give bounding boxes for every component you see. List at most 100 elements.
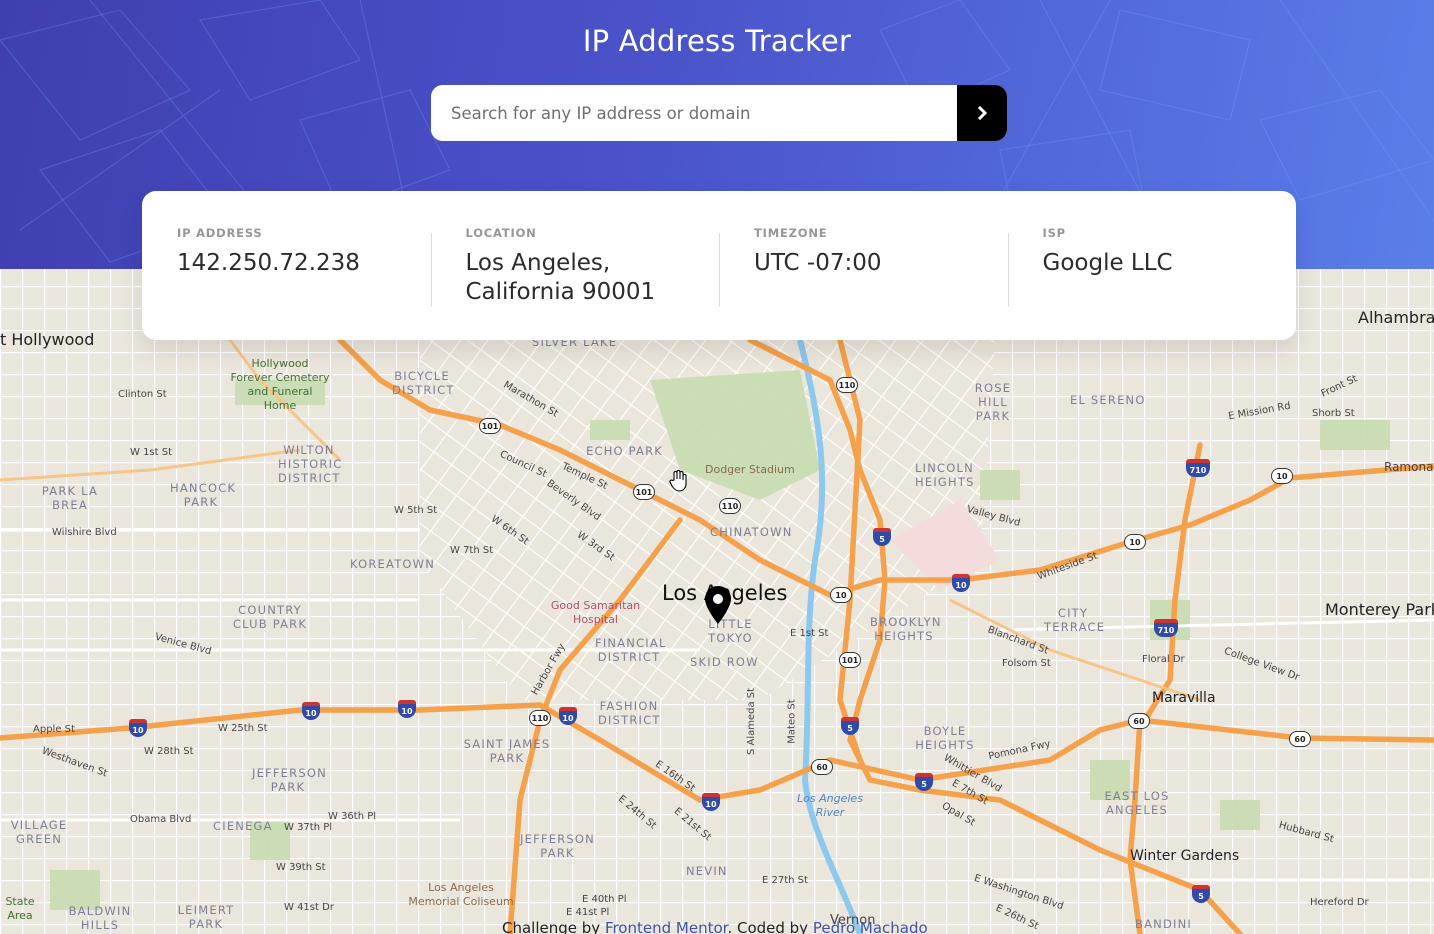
highway-shield: 60	[811, 759, 833, 775]
interstate-shield: 5	[873, 528, 891, 546]
map-label-area: Maravilla	[1152, 690, 1216, 706]
attribution-prefix: Challenge by	[502, 919, 605, 934]
location-section: LOCATION Los Angeles, California 90001	[430, 191, 720, 340]
map-label-street: W 39th St	[276, 862, 326, 873]
highway-shield: 101	[839, 652, 861, 668]
highway-shield: 101	[479, 418, 501, 434]
map-label-street: E 27th St	[762, 875, 808, 886]
location-marker-icon[interactable]	[704, 585, 732, 625]
map-label-street: S Alameda St	[746, 687, 758, 756]
map-label-district: CIENEGA	[213, 819, 273, 833]
map-label-street: W 25th St	[218, 723, 268, 734]
search-submit-button[interactable]	[957, 85, 1007, 141]
interstate-shield: 5	[1192, 885, 1210, 903]
map-label-street: W 7th St	[450, 545, 494, 556]
interstate-shield: 10	[302, 702, 320, 720]
highway-shield: 110	[719, 498, 741, 514]
map-label-street: E 41st Pl	[566, 907, 610, 918]
timezone-label: TIMEZONE	[754, 226, 828, 240]
map-label-district: BANDINI	[1135, 917, 1192, 931]
map-label-street: W 28th St	[144, 746, 194, 757]
map-label-park: Good Samaritan Hospital	[550, 599, 641, 626]
highway-shield: 10	[1124, 534, 1146, 550]
map-label-district: VILLAGE GREEN	[10, 818, 68, 846]
map-label-district: BICYCLE DISTRICT	[392, 369, 455, 397]
map-label-street: W 5th St	[394, 505, 438, 516]
map-label-district: CHINATOWN	[710, 525, 793, 539]
timezone-value: UTC -07:00	[754, 250, 882, 276]
interstate-shield: 710	[1154, 619, 1178, 637]
map-label-district: HANCOCK PARK	[170, 481, 237, 509]
highway-shield: 60	[1289, 731, 1311, 747]
map-label-district: JEFFERSON PARK	[252, 766, 327, 794]
map-label-street: Mateo St	[786, 699, 798, 744]
search-bar	[431, 85, 1007, 141]
map-label-district: SKID ROW	[690, 655, 759, 669]
map-label-water: Los Angeles River	[797, 792, 863, 819]
map-label-street: Obama Blvd	[130, 814, 192, 825]
map-label-district: KOREATOWN	[350, 557, 436, 571]
map-label-district: BROOKLYN HEIGHTS	[870, 615, 942, 643]
timezone-section: TIMEZONE UTC -07:00	[719, 191, 1008, 340]
ip-address-label: IP ADDRESS	[177, 226, 263, 240]
isp-value: Google LLC	[1042, 250, 1173, 276]
map-label-street: E 40th Pl	[582, 894, 627, 905]
map-label-park: State Area	[5, 895, 35, 922]
map-label-park: Los Angeles Memorial Coliseum	[408, 881, 514, 908]
ip-address-value: 142.250.72.238	[177, 250, 360, 276]
map-label-area: Winter Gardens	[1130, 848, 1240, 864]
map-label-district: FASHION DISTRICT	[598, 699, 661, 727]
map-label-district: BOYLE HEIGHTS	[915, 724, 975, 752]
highway-shield: 60	[1128, 713, 1150, 729]
map-label-district: BALDWIN HILLS	[68, 904, 132, 932]
map-label-district: SAINT JAMES PARK	[463, 737, 551, 765]
frontend-mentor-link[interactable]: Frontend Mentor	[605, 919, 728, 934]
author-link[interactable]: Pedro Machado	[813, 919, 928, 934]
interstate-shield: 5	[841, 717, 859, 735]
interstate-shield: 10	[559, 707, 577, 725]
hand-cursor-icon	[669, 470, 687, 492]
map-label-district: NEVIN	[686, 864, 728, 878]
page-title: IP Address Tracker	[582, 24, 852, 58]
attribution: Challenge by Frontend Mentor. Coded by P…	[502, 919, 928, 934]
highway-shield: 110	[836, 377, 858, 393]
map-label-district: LINCOLN HEIGHTS	[915, 461, 975, 489]
attribution-middle: . Coded by	[727, 919, 813, 934]
search-input[interactable]	[431, 85, 957, 141]
info-card: IP ADDRESS 142.250.72.238 LOCATION Los A…	[142, 191, 1296, 340]
map-label-area: t Hollywood	[0, 330, 95, 349]
map-label-street: Hereford Dr	[1310, 897, 1369, 908]
highway-shield: 10	[830, 587, 852, 603]
map-label-street: W 1st St	[130, 447, 173, 458]
map-label-district: PARK LA BREA	[41, 484, 99, 512]
map-label-district: FINANCIAL DISTRICT	[595, 636, 667, 664]
map-label-street: E 1st St	[790, 628, 829, 639]
interstate-shield: 10	[952, 574, 970, 592]
map-label-district: EL SERENO	[1070, 393, 1146, 407]
isp-section: ISP Google LLC	[1007, 191, 1297, 340]
map-label-district: LEIMERT PARK	[177, 903, 235, 931]
map-label-area: Monterey Park	[1325, 600, 1434, 619]
map-label-street: W 36th Pl	[328, 811, 377, 822]
map-label-district: ROSE HILL PARK	[974, 381, 1012, 423]
map-label-district: WILTON HISTORIC DISTRICT	[278, 443, 343, 485]
location-value: Los Angeles, California 90001	[465, 250, 656, 305]
interstate-shield: 710	[1186, 459, 1210, 477]
chevron-right-icon	[977, 106, 987, 120]
map-label-street: Shorb St	[1312, 408, 1355, 419]
map-label-street: Folsom St	[1002, 658, 1051, 669]
map-label-street: Ramona	[1384, 460, 1434, 474]
highway-shield: 101	[633, 484, 655, 500]
map-label-district: CITY TERRACE	[1044, 606, 1106, 634]
map-label-street: Wilshire Blvd	[52, 527, 117, 538]
map-label-area: Alhambra	[1358, 308, 1434, 327]
map-label-park: Dodger Stadium	[705, 463, 795, 476]
ip-address-section: IP ADDRESS 142.250.72.238	[142, 191, 431, 340]
map-label-street: W 41st Dr	[284, 902, 334, 913]
map-label-district: ECHO PARK	[586, 444, 664, 458]
highway-shield: 110	[529, 710, 551, 726]
interstate-shield: 10	[129, 719, 147, 737]
map-label-street: Apple St	[33, 724, 75, 735]
interstate-shield: 5	[915, 773, 933, 791]
map-label-district: JEFFERSON PARK	[520, 832, 595, 860]
